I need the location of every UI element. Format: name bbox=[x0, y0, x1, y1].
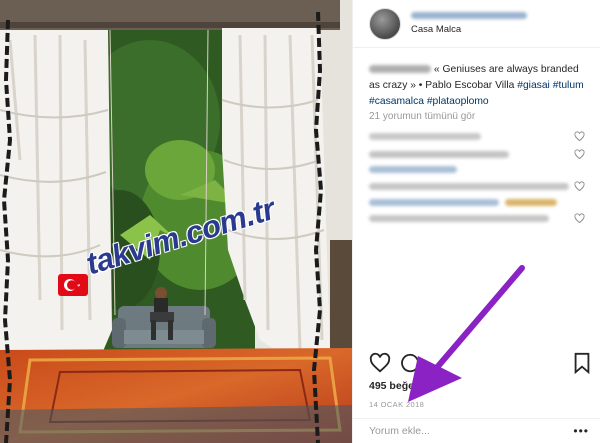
likes-count[interactable]: 495 beğenme bbox=[369, 380, 436, 392]
action-bar bbox=[353, 348, 600, 378]
comment-icon[interactable] bbox=[399, 352, 421, 374]
view-all-comments-link[interactable]: 21 yorumun tümünü gör bbox=[369, 111, 475, 122]
heart-icon[interactable] bbox=[574, 131, 585, 142]
comment-row bbox=[369, 148, 597, 162]
post-header: Casa Malca bbox=[353, 0, 600, 48]
comment-emoji-redacted bbox=[505, 199, 557, 206]
comment-row bbox=[369, 212, 597, 226]
comment-text-redacted bbox=[369, 133, 481, 140]
heart-icon[interactable] bbox=[369, 352, 391, 374]
heart-icon[interactable] bbox=[574, 213, 585, 224]
heart-icon[interactable] bbox=[574, 181, 585, 192]
bookmark-icon[interactable] bbox=[573, 352, 591, 374]
comment-input[interactable] bbox=[369, 425, 549, 437]
comment-box: ••• bbox=[353, 418, 600, 443]
comment-text-redacted bbox=[369, 183, 569, 190]
comment-text-redacted bbox=[369, 166, 457, 173]
comment-row bbox=[369, 196, 597, 210]
photo-scene bbox=[0, 0, 352, 443]
caption-username-redacted[interactable] bbox=[369, 65, 431, 74]
hashtag-plataoplomo[interactable]: #plataoplomo bbox=[427, 96, 489, 107]
comment-row bbox=[369, 130, 597, 144]
comment-text-redacted bbox=[369, 215, 549, 222]
comment-row bbox=[369, 163, 597, 177]
post-photo[interactable] bbox=[0, 0, 352, 443]
comment-text-redacted bbox=[369, 199, 499, 206]
hashtag-tulum[interactable]: #tulum bbox=[553, 80, 584, 91]
avatar[interactable] bbox=[369, 8, 401, 40]
username-redacted[interactable] bbox=[411, 12, 527, 19]
hashtag-giasai[interactable]: #giasai bbox=[517, 80, 550, 91]
hashtag-casamalca[interactable]: #casamalca bbox=[369, 96, 424, 107]
post-panel: Casa Malca « Geniuses are always branded… bbox=[352, 0, 600, 443]
location-link[interactable]: Casa Malca bbox=[411, 24, 461, 35]
comment-text-redacted bbox=[369, 151, 509, 158]
more-options-button[interactable]: ••• bbox=[573, 425, 589, 437]
heart-icon[interactable] bbox=[574, 149, 585, 160]
comment-row bbox=[369, 180, 597, 194]
post-date[interactable]: 14 OCAK 2018 bbox=[369, 400, 424, 409]
post-caption: « Geniuses are always branded as crazy »… bbox=[369, 62, 591, 110]
